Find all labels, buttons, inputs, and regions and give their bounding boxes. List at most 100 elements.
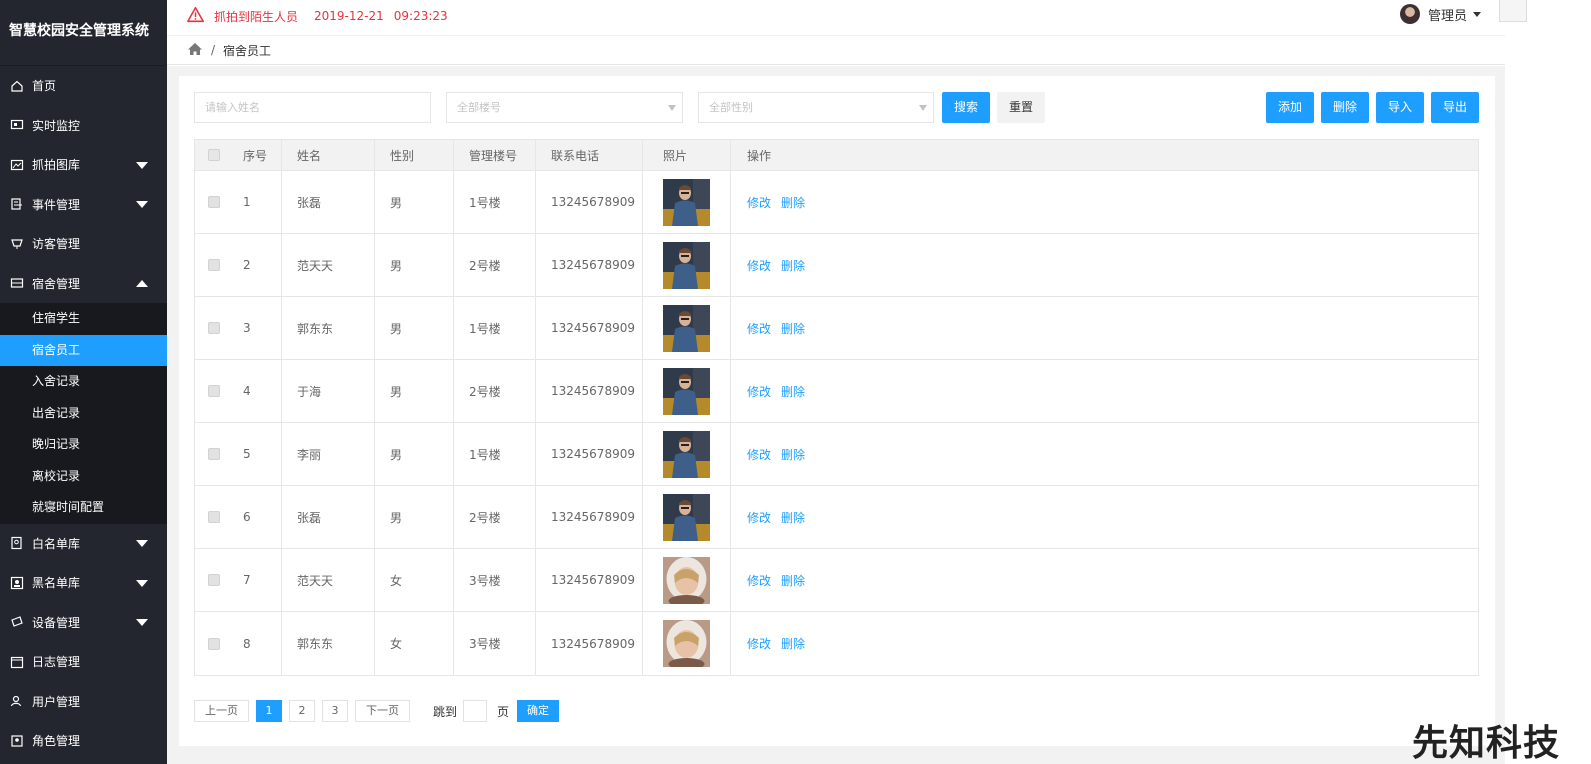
row-checkbox[interactable] <box>208 322 220 334</box>
home-icon[interactable] <box>187 42 211 59</box>
event-icon <box>10 197 24 211</box>
chevron-down-icon <box>919 105 927 111</box>
dorm-submenu: 住宿学生 宿舍员工 入舍记录 出舍记录 晚归记录 离校记录 就寝时间配置 <box>0 303 167 524</box>
staff-table: 序号 姓名 性别 管理楼号 联系电话 照片 操作 1 张磊男 1号楼 13245678… <box>194 139 1479 676</box>
prev-page-button[interactable]: 上一页 <box>194 700 249 722</box>
jump-label: 跳到 <box>433 704 458 719</box>
sidebar-item-b2[interactable]: 设备管理 <box>0 603 167 643</box>
submenu-item-2[interactable]: 入舍记录 <box>0 366 167 398</box>
table-row: 7 范天天女 3号楼 13245678909 修改 删除 <box>195 549 1478 612</box>
cell-building: 1号楼 <box>454 297 536 359</box>
cell-photo <box>643 486 731 548</box>
submenu-item-1[interactable]: 宿舍员工 <box>0 334 167 366</box>
sidebar-item-b4[interactable]: 用户管理 <box>0 682 167 722</box>
page-button-1[interactable]: 1 <box>256 700 282 722</box>
row-select-cell <box>195 486 233 548</box>
sidebar-item-a2[interactable]: 抓拍图库 <box>0 145 167 185</box>
building-placeholder: 全部楼号 <box>457 101 501 114</box>
edit-link[interactable]: 修改 <box>747 572 771 589</box>
delete-link[interactable]: 删除 <box>781 446 805 463</box>
user-menu[interactable]: 管理员 <box>1399 4 1481 24</box>
sidebar-item-a3[interactable]: 事件管理 <box>0 185 167 225</box>
select-all-checkbox[interactable] <box>208 149 220 161</box>
cell-phone: 13245678909 <box>536 423 643 485</box>
next-page-button[interactable]: 下一页 <box>355 700 410 722</box>
staff-photo[interactable] <box>663 304 710 352</box>
jump-confirm-button[interactable]: 确定 <box>517 700 560 722</box>
stranger-alert[interactable]: 抓拍到陌生人员 2019-12-21 09:23:23 <box>187 6 448 26</box>
sidebar-item-b5[interactable]: 角色管理 <box>0 721 167 761</box>
staff-photo[interactable] <box>663 241 710 289</box>
sidebar-item-a1[interactable]: 实时监控 <box>0 106 167 146</box>
delete-button[interactable]: 删除 <box>1321 92 1369 123</box>
row-checkbox[interactable] <box>208 511 220 523</box>
cell-gender: 女 <box>375 612 454 675</box>
cell-actions: 修改 删除 <box>731 234 1478 296</box>
delete-link[interactable]: 删除 <box>781 257 805 274</box>
sidebar-item-a5[interactable]: 宿舍管理 <box>0 264 167 304</box>
import-button[interactable]: 导入 <box>1376 92 1424 123</box>
staff-photo[interactable] <box>663 367 710 415</box>
row-checkbox[interactable] <box>208 637 220 650</box>
cell-building: 2号楼 <box>454 360 536 422</box>
row-checkbox[interactable] <box>208 448 220 460</box>
cell-gender: 男 <box>375 234 454 296</box>
submenu-item-0[interactable]: 住宿学生 <box>0 303 167 335</box>
row-checkbox[interactable] <box>208 574 220 586</box>
edit-link[interactable]: 修改 <box>747 320 771 337</box>
delete-link[interactable]: 删除 <box>781 509 805 526</box>
submenu-item-4[interactable]: 晚归记录 <box>0 429 167 461</box>
add-button[interactable]: 添加 <box>1266 92 1314 123</box>
row-checkbox[interactable] <box>208 259 220 271</box>
dorm-icon <box>10 276 24 290</box>
cell-phone: 13245678909 <box>536 297 643 359</box>
submenu-item-5[interactable]: 离校记录 <box>0 461 167 493</box>
grid-icon[interactable] <box>1499 0 1527 22</box>
edit-link[interactable]: 修改 <box>747 194 771 211</box>
cell-actions: 修改 删除 <box>731 171 1478 233</box>
header-gender: 性别 <box>375 140 454 170</box>
sidebar-item-a0[interactable]: 首页 <box>0 66 167 106</box>
submenu-item-3[interactable]: 出舍记录 <box>0 398 167 430</box>
edit-link[interactable]: 修改 <box>747 257 771 274</box>
staff-photo[interactable] <box>663 556 710 604</box>
page-jump-input[interactable] <box>463 700 488 722</box>
page-button-2[interactable]: 2 <box>289 700 315 722</box>
cell-actions: 修改 删除 <box>731 297 1478 359</box>
name-search-input[interactable]: 请输入姓名 <box>194 92 431 123</box>
sidebar: 智慧校园安全管理系统 首页 实时监控 抓拍图库 事件管理 访客管理 宿舍管理 住宿学生 宿舍… <box>0 0 167 764</box>
gender-select[interactable]: 全部性别 <box>698 92 934 123</box>
staff-photo[interactable] <box>663 620 710 667</box>
cell-phone: 13245678909 <box>536 360 643 422</box>
delete-link[interactable]: 删除 <box>781 635 805 652</box>
delete-link[interactable]: 删除 <box>781 383 805 400</box>
sidebar-item-b3[interactable]: 日志管理 <box>0 642 167 682</box>
reset-button[interactable]: 重置 <box>997 92 1045 123</box>
page-button-3[interactable]: 3 <box>322 700 348 722</box>
cell-gender: 男 <box>375 171 454 233</box>
edit-link[interactable]: 修改 <box>747 446 771 463</box>
sidebar-item-b1[interactable]: 黑名单库 <box>0 563 167 603</box>
row-checkbox[interactable] <box>208 385 220 397</box>
staff-photo[interactable] <box>663 430 710 478</box>
delete-link[interactable]: 删除 <box>781 194 805 211</box>
export-button[interactable]: 导出 <box>1431 92 1479 123</box>
edit-link[interactable]: 修改 <box>747 383 771 400</box>
cup-icon <box>10 237 24 251</box>
sidebar-item-b0[interactable]: 白名单库 <box>0 524 167 564</box>
sidebar-item-a4[interactable]: 访客管理 <box>0 224 167 264</box>
edit-link[interactable]: 修改 <box>747 509 771 526</box>
delete-link[interactable]: 删除 <box>781 572 805 589</box>
delete-link[interactable]: 删除 <box>781 320 805 337</box>
edit-link[interactable]: 修改 <box>747 635 771 652</box>
cell-name: 张磊 <box>282 486 375 548</box>
submenu-item-6[interactable]: 就寝时间配置 <box>0 492 167 524</box>
blacklist-icon <box>10 576 24 590</box>
cell-actions: 修改 删除 <box>731 486 1478 548</box>
search-button[interactable]: 搜索 <box>942 92 990 123</box>
row-checkbox[interactable] <box>208 196 220 208</box>
staff-photo[interactable] <box>663 178 710 226</box>
sidebar-item-label: 角色管理 <box>32 734 81 749</box>
building-select[interactable]: 全部楼号 <box>446 92 683 123</box>
staff-photo[interactable] <box>663 493 710 541</box>
